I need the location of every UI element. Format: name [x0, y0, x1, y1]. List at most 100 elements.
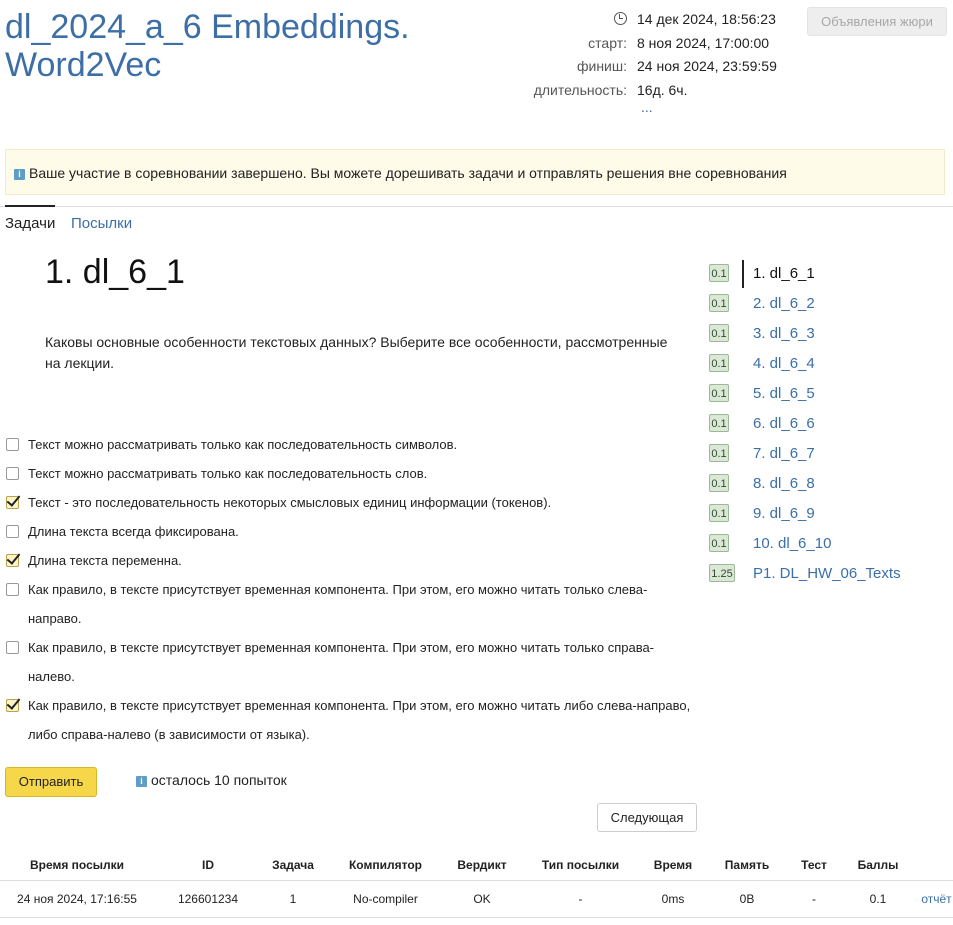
score-badge: 0.1: [709, 534, 729, 552]
table-row: 24 ноя 2024, 17:16:55 126601234 1 No-com…: [0, 880, 953, 918]
submissions-table: Время посылки ID Задача Компилятор Верди…: [0, 850, 953, 918]
info-icon: i: [14, 169, 25, 180]
col-header: [920, 850, 953, 881]
score-badge: 0.1: [709, 504, 729, 522]
jury-announcements-button[interactable]: Объявления жюри: [807, 7, 947, 36]
score-badge: 0.1: [709, 414, 729, 432]
current-time: 14 дек 2024, 18:56:23: [637, 11, 776, 27]
problem-link[interactable]: 10. dl_6_10: [753, 535, 831, 552]
problem-list-item[interactable]: 0.1 3. dl_6_3: [709, 318, 901, 348]
col-header: Вердикт: [457, 858, 507, 872]
finish-value: 24 ноя 2024, 23:59:59: [637, 58, 777, 74]
more-info-link[interactable]: ...: [641, 99, 653, 115]
checkbox[interactable]: [6, 525, 19, 538]
checkbox[interactable]: [6, 496, 19, 509]
problem-link[interactable]: P1. DL_HW_06_Texts: [753, 565, 901, 582]
col-header: Тест: [801, 858, 827, 872]
problem-list-item[interactable]: 0.1 5. dl_6_5: [709, 378, 901, 408]
col-header: Время: [653, 858, 693, 872]
tab-submissions[interactable]: Посылки: [71, 215, 132, 232]
problem-link[interactable]: 4. dl_6_4: [753, 355, 815, 372]
tabs-divider: [0, 206, 953, 207]
problem-link[interactable]: 9. dl_6_9: [753, 505, 815, 522]
submission-compiler: No-compiler: [324, 880, 447, 918]
start-value: 8 ноя 2024, 17:00:00: [637, 34, 770, 51]
problem-link[interactable]: 2. dl_6_2: [753, 295, 815, 312]
problem-list: 0.1 1. dl_6_1 0.1 2. dl_6_2 0.1 3. dl_6_3 0…: [709, 258, 901, 588]
problem-list-item[interactable]: 0.1 10. dl_6_10: [709, 528, 901, 558]
problem-link[interactable]: 6. dl_6_6: [753, 415, 815, 432]
problem-statement: Каковы основные особенности текстовых да…: [45, 334, 668, 371]
problem-list-item[interactable]: 0.1 6. dl_6_6: [709, 408, 901, 438]
participation-notice: i Ваше участие в соревновании завершено. …: [5, 149, 945, 195]
problem-list-item[interactable]: 0.1 7. dl_6_7: [709, 438, 901, 468]
problem-list-item[interactable]: 0.1 4. dl_6_4: [709, 348, 901, 378]
submission-time: 24 ноя 2024, 17:16:55: [0, 880, 154, 918]
col-header: Тип посылки: [541, 858, 620, 872]
problem-link[interactable]: 8. dl_6_8: [753, 475, 815, 492]
answer-option[interactable]: Текст можно рассматривать только как пос…: [6, 459, 696, 488]
col-header: Баллы: [857, 858, 899, 872]
contest-title: dl_2024_a_6 Embeddings. Word2Vec: [5, 8, 410, 84]
problem-list-item[interactable]: 1.25 P1. DL_HW_06_Texts: [709, 558, 901, 588]
answer-option[interactable]: Длина текста переменна.: [6, 546, 696, 575]
col-header: ID: [202, 858, 214, 872]
table-header-row: Время посылки ID Задача Компилятор Верди…: [0, 850, 953, 881]
problem-link[interactable]: 3. dl_6_3: [753, 325, 815, 342]
submission-runtime: 0ms: [644, 880, 702, 918]
next-problem-button[interactable]: Следующая: [597, 803, 697, 832]
answer-option[interactable]: Как правило, в тексте присутствует време…: [6, 691, 696, 749]
col-header: Компилятор: [348, 858, 422, 872]
tab-problems[interactable]: Задачи: [5, 205, 56, 232]
checkbox[interactable]: [6, 641, 19, 654]
problem-list-item[interactable]: 0.1 9. dl_6_9: [709, 498, 901, 528]
answer-option[interactable]: Как правило, в тексте присутствует време…: [6, 633, 696, 691]
clock-icon: [614, 12, 627, 25]
submission-id: 126601234: [154, 880, 262, 918]
answer-option[interactable]: Текст можно рассматривать только как пос…: [6, 430, 696, 459]
submission-problem: 1: [262, 880, 324, 918]
notice-text: Ваше участие в соревновании завершено. В…: [29, 165, 787, 181]
score-badge: 0.1: [709, 384, 729, 402]
score-badge: 0.1: [709, 294, 729, 312]
submission-verdict: OK: [447, 880, 517, 918]
checkbox[interactable]: [6, 438, 19, 451]
checkbox[interactable]: [6, 554, 19, 567]
col-header: Время посылки: [29, 858, 125, 872]
attempts-left: i осталось 10 попыток: [136, 772, 287, 788]
submission-test: -: [792, 880, 836, 918]
start-label: старт:: [588, 34, 627, 51]
checkbox[interactable]: [6, 583, 19, 596]
col-header: Задача: [272, 858, 314, 872]
problem-list-item[interactable]: 0.1 8. dl_6_8: [709, 468, 901, 498]
score-badge: 0.1: [709, 474, 729, 492]
answer-option[interactable]: Текст - это последовательность некоторых…: [6, 488, 696, 517]
score-badge: 0.1: [709, 444, 729, 462]
answer-options: Текст можно рассматривать только как пос…: [6, 430, 696, 749]
problem-list-item[interactable]: 0.1 2. dl_6_2: [709, 288, 901, 318]
submission-memory: 0B: [702, 880, 792, 918]
report-link[interactable]: отчёт: [921, 892, 951, 906]
submit-button[interactable]: Отправить: [5, 767, 97, 797]
problem-list-item[interactable]: 0.1 1. dl_6_1: [709, 258, 901, 288]
answer-option[interactable]: Как правило, в тексте присутствует време…: [6, 575, 696, 633]
contest-meta: 14 дек 2024, 18:56:23 старт: 8 ноя 2024,…: [500, 8, 777, 102]
attempts-text: осталось 10 попыток: [151, 772, 287, 788]
problem-link[interactable]: 5. dl_6_5: [753, 385, 815, 402]
info-icon: i: [136, 776, 147, 787]
score-badge: 0.1: [709, 324, 729, 342]
score-badge: 0.1: [709, 354, 729, 372]
submission-score: 0.1: [836, 880, 920, 918]
checkbox[interactable]: [6, 699, 19, 712]
duration-label: длительность:: [533, 81, 627, 98]
score-badge: 1.25: [709, 564, 735, 582]
problem-link[interactable]: 1. dl_6_1: [753, 265, 815, 282]
submission-type: -: [517, 880, 644, 918]
problem-link[interactable]: 7. dl_6_7: [753, 445, 815, 462]
finish-label: финиш:: [576, 58, 627, 74]
checkbox[interactable]: [6, 467, 19, 480]
answer-option[interactable]: Длина текста всегда фиксирована.: [6, 517, 696, 546]
score-badge: 0.1: [709, 264, 729, 282]
col-header: Память: [724, 858, 770, 872]
problem-title: 1. dl_6_1: [45, 253, 185, 291]
